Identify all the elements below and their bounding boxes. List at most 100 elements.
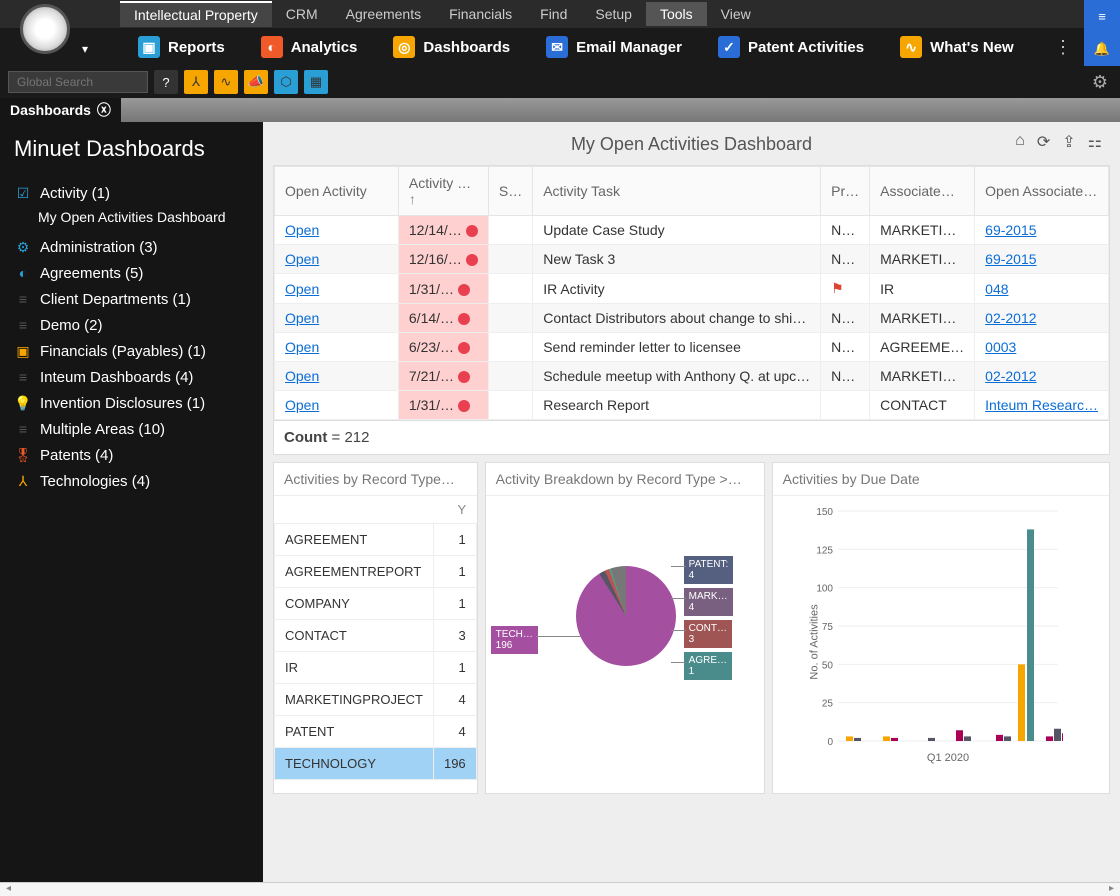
sidebar-item[interactable]: ◐Agreements (5) [14, 260, 249, 286]
top-tab-setup[interactable]: Setup [581, 2, 646, 26]
panel-pie: Activity Breakdown by Record Type >… TEC… [485, 462, 765, 794]
folder-icon: ◐ [14, 264, 32, 282]
flag-icon: ⚑ [831, 280, 844, 296]
summary-row[interactable]: PATENT4 [275, 716, 477, 748]
priority-cell: ⚑ [821, 274, 870, 304]
close-icon[interactable]: ⓧ [97, 100, 111, 120]
app-logo[interactable] [20, 4, 70, 54]
due-cell: 7/21/… [398, 362, 488, 391]
tool-icon-1[interactable]: ⅄ [184, 70, 208, 94]
sidebar-item[interactable]: ≡Multiple Areas (10) [14, 416, 249, 442]
sidebar-item[interactable]: ☑Activity (1) [14, 180, 249, 206]
top-tab-find[interactable]: Find [526, 2, 581, 26]
sidebar-item[interactable]: 💡Invention Disclosures (1) [14, 390, 249, 416]
svg-text:125: 125 [816, 545, 833, 556]
open-link[interactable]: Open [285, 339, 319, 355]
assoc-link[interactable]: 02-2012 [985, 310, 1036, 326]
top-tab-crm[interactable]: CRM [272, 2, 332, 26]
hamburger-icon[interactable]: ≡ [1098, 9, 1106, 24]
ribbon-email-manager[interactable]: ✉Email Manager [528, 36, 700, 58]
global-search-input[interactable] [8, 71, 148, 93]
table-row[interactable]: Open1/31/… IR Activity⚑IR048 [275, 274, 1109, 304]
panel-record-type-table: Activities by Record Type… Y AGREEMENT1A… [273, 462, 478, 794]
table-row[interactable]: Open6/14/… Contact Distributors about ch… [275, 304, 1109, 333]
sidebar-subitem[interactable]: My Open Activities Dashboard [14, 208, 249, 226]
ribbon-label: Email Manager [576, 39, 682, 56]
sidebar-item[interactable]: 🎖Patents (4) [14, 442, 249, 468]
sidebar-title: Minuet Dashboards [14, 136, 249, 162]
assoc-link[interactable]: 69-2015 [985, 251, 1036, 267]
top-tab-view[interactable]: View [707, 2, 765, 26]
folder-icon: ≡ [14, 368, 32, 386]
top-tab-intellectual-property[interactable]: Intellectual Property [120, 1, 272, 27]
assoc-link[interactable]: Inteum Researc… [985, 397, 1098, 413]
sidebar-item[interactable]: ≡ Inteum Dashboards (4) [14, 364, 249, 390]
col-y[interactable]: Y [433, 496, 476, 524]
gear-icon[interactable]: ⚙ [1088, 70, 1112, 94]
sidebar-item[interactable]: ⚙Administration (3) [14, 234, 249, 260]
column-header[interactable]: Open Activity [275, 167, 399, 216]
ribbon-patent-activities[interactable]: ✓Patent Activities [700, 36, 882, 58]
pie-label: CONT…3 [684, 620, 732, 648]
summary-row[interactable]: MARKETINGPROJECT4 [275, 684, 477, 716]
assoc-link[interactable]: 69-2015 [985, 222, 1036, 238]
summary-row[interactable]: AGREEMENTREPORT1 [275, 556, 477, 588]
top-tab-tools[interactable]: Tools [646, 2, 707, 26]
assoc-link[interactable]: 0003 [985, 339, 1016, 355]
refresh-icon[interactable]: ⟳ [1037, 132, 1050, 152]
ribbon-analytics[interactable]: ◐Analytics [243, 36, 376, 58]
sidebar-item[interactable]: ≡Client Departments (1) [14, 286, 249, 312]
sidebar-item[interactable]: ⅄Technologies (4) [14, 468, 249, 494]
assoc-link[interactable]: 02-2012 [985, 368, 1036, 384]
open-link[interactable]: Open [285, 281, 319, 297]
summary-row[interactable]: CONTACT3 [275, 620, 477, 652]
settings-icon[interactable]: ⚏ [1088, 132, 1102, 152]
column-header[interactable]: S… [488, 167, 532, 216]
ribbon-reports[interactable]: ▣Reports [120, 36, 243, 58]
org-icon[interactable]: ⬡ [274, 70, 298, 94]
ribbon-dashboards[interactable]: ◎Dashboards [375, 36, 528, 58]
table-row[interactable]: Open1/31/… Research ReportCONTACTInteum … [275, 391, 1109, 420]
bar-chart[interactable]: 0255075100125150Q1 2020 [813, 506, 1063, 766]
logo-menu-chevron[interactable]: ▾ [82, 42, 88, 56]
top-tab-financials[interactable]: Financials [435, 2, 526, 26]
open-link[interactable]: Open [285, 222, 319, 238]
pie-chart[interactable] [576, 566, 676, 666]
column-header[interactable]: Pr… [821, 167, 870, 216]
home-icon[interactable]: ⌂ [1015, 132, 1025, 152]
ribbon-what's-new[interactable]: ∿What's New [882, 36, 1032, 58]
announce-icon[interactable]: 📣 [244, 70, 268, 94]
table-row[interactable]: Open6/23/… Send reminder letter to licen… [275, 333, 1109, 362]
column-header[interactable]: Open Associate… [975, 167, 1109, 216]
top-tab-agreements[interactable]: Agreements [332, 2, 435, 26]
rss-icon[interactable]: ∿ [214, 70, 238, 94]
tab-dashboards[interactable]: Dashboards ⓧ [0, 98, 121, 122]
open-link[interactable]: Open [285, 310, 319, 326]
column-header[interactable]: Associate… [870, 167, 975, 216]
tab-label: Dashboards [10, 102, 91, 118]
table-row[interactable]: Open7/21/… Schedule meetup with Anthony … [275, 362, 1109, 391]
assoc-link[interactable]: 048 [985, 281, 1008, 297]
open-link[interactable]: Open [285, 397, 319, 413]
sidebar-label: Inteum Dashboards (4) [40, 369, 193, 386]
sidebar-item[interactable]: ▣Financials (Payables) (1) [14, 338, 249, 364]
column-header[interactable]: Activity Task [533, 167, 821, 216]
export-icon[interactable]: ⇪ [1062, 132, 1075, 152]
open-link[interactable]: Open [285, 251, 319, 267]
summary-row[interactable]: AGREEMENT1 [275, 524, 477, 556]
column-header[interactable]: Activity … ↑ [398, 167, 488, 216]
table-row[interactable]: Open12/14/… Update Case StudyN…MARKETI…6… [275, 216, 1109, 245]
summary-row[interactable]: IR1 [275, 652, 477, 684]
help-icon[interactable]: ? [154, 70, 178, 94]
open-link[interactable]: Open [285, 368, 319, 384]
summary-row[interactable]: TECHNOLOGY196 [275, 748, 477, 780]
summary-row[interactable]: COMPANY1 [275, 588, 477, 620]
top-menu: Intellectual PropertyCRMAgreementsFinanc… [0, 0, 1120, 28]
priority-cell: N… [821, 333, 870, 362]
more-icon[interactable]: ⋮ [1054, 37, 1072, 58]
bell-icon[interactable]: 🔔 [1094, 41, 1110, 57]
table-row[interactable]: Open12/16/… New Task 3N…MARKETI…69-2015 [275, 245, 1109, 274]
grid-icon[interactable]: ▦ [304, 70, 328, 94]
status-dot-icon [458, 342, 470, 354]
sidebar-item[interactable]: ≡Demo (2) [14, 312, 249, 338]
